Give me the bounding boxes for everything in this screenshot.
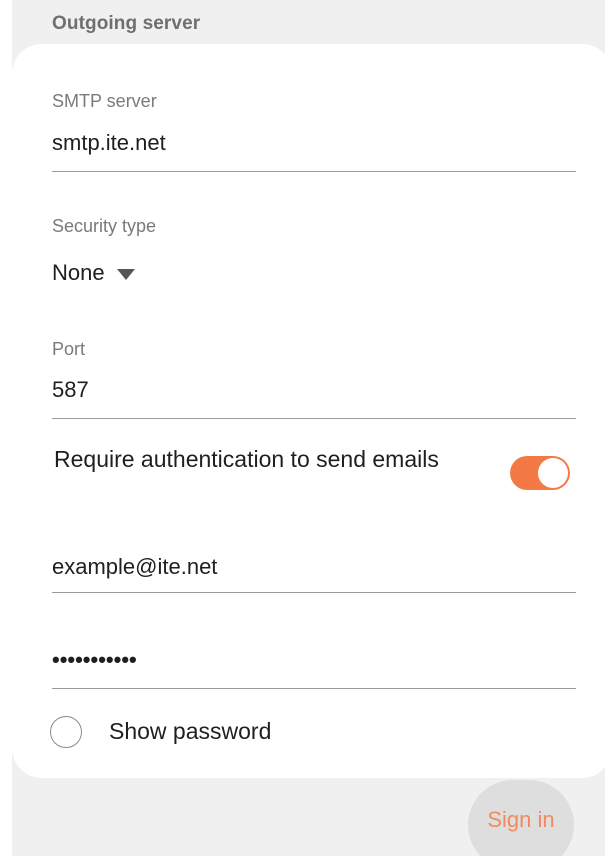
show-password-checkbox[interactable]	[50, 716, 82, 748]
security-type-value: None	[52, 260, 105, 285]
smtp-server-underline	[52, 171, 576, 172]
section-title: Outgoing server	[52, 13, 201, 34]
toggle-thumb	[538, 458, 568, 488]
sign-in-button[interactable]: Sign in	[468, 780, 574, 856]
require-auth-toggle[interactable]	[510, 456, 570, 490]
smtp-server-label: SMTP server	[52, 91, 157, 111]
port-input[interactable]: 587	[52, 377, 89, 403]
settings-card: SMTP server smtp.ite.net Security type N…	[12, 44, 605, 778]
email-input[interactable]: example@ite.net	[52, 554, 217, 580]
security-type-label: Security type	[52, 216, 157, 236]
port-label: Port	[52, 339, 86, 359]
require-auth-label: Require authentication to send emails	[54, 446, 439, 472]
password-underline	[52, 688, 576, 689]
caret-down-icon	[116, 268, 135, 280]
smtp-server-input[interactable]: smtp.ite.net	[52, 130, 166, 156]
port-underline	[52, 418, 576, 419]
password-input[interactable]: •••••••••••	[52, 647, 137, 673]
show-password-label: Show password	[109, 718, 272, 744]
outgoing-server-screen: Outgoing server SMTP server smtp.ite.net…	[12, 0, 605, 856]
email-underline	[52, 592, 576, 593]
security-type-dropdown[interactable]: None	[52, 260, 135, 286]
